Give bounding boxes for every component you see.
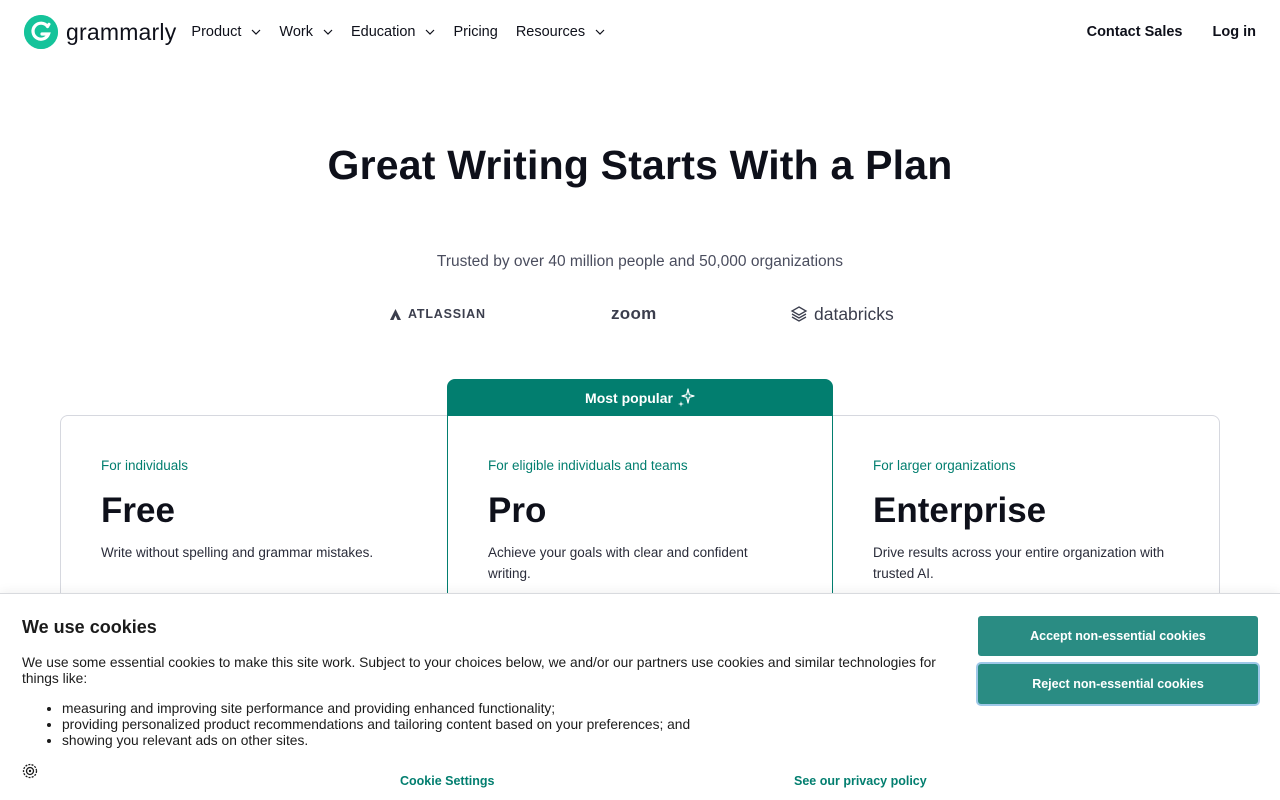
cookie-title: We use cookies — [22, 617, 157, 637]
cookie-purpose-list: measuring and improving site performance… — [62, 701, 690, 749]
page-title: Great Writing Starts With a Plan — [327, 142, 953, 188]
plan-card-free: For individuals Free Write without spell… — [101, 415, 441, 563]
cookie-preferences-icon[interactable] — [22, 763, 38, 779]
reject-cookies-button[interactable]: Reject non-essential cookies — [978, 664, 1258, 704]
logo-text: grammarly — [66, 18, 177, 45]
list-item: showing you relevant ads on other sites. — [62, 733, 690, 749]
plan-name: Pro — [488, 491, 547, 530]
nav-label: Pricing — [453, 24, 498, 40]
header-actions: Contact Sales Log in — [1087, 24, 1256, 40]
nav-item-work[interactable]: Work — [279, 24, 333, 40]
databricks-logo: databricks — [790, 300, 894, 328]
plan-card-pro: For eligible individuals and teams Pro A… — [488, 415, 828, 584]
plan-description: Drive results across your entire organiz… — [873, 545, 1165, 581]
plan-name: Free — [101, 491, 175, 530]
chevron-down-icon — [595, 29, 605, 35]
zoom-logo-text: zoom — [611, 304, 657, 323]
plan-description: Achieve your goals with clear and confid… — [488, 545, 748, 581]
site-header: grammarly Product Work Education Pricing… — [0, 0, 1280, 64]
nav-item-pricing[interactable]: Pricing — [453, 24, 497, 40]
nav-item-product[interactable]: Product — [191, 24, 261, 40]
grammarly-logo[interactable]: grammarly — [24, 15, 176, 49]
plan-card-enterprise: For larger organizations Enterprise Driv… — [873, 415, 1213, 584]
plan-audience: For larger organizations — [873, 458, 1016, 473]
main-nav: Product Work Education Pricing Resources — [191, 24, 623, 40]
list-item: measuring and improving site performance… — [62, 701, 690, 717]
log-in-link[interactable]: Log in — [1213, 24, 1257, 40]
plan-description: Write without spelling and grammar mista… — [101, 545, 374, 560]
sparkle-icon — [677, 387, 695, 407]
cookie-description: We use some essential cookies to make th… — [22, 655, 936, 686]
trusted-by-text: Trusted by over 40 million people and 50… — [436, 253, 844, 270]
most-popular-banner: Most popular — [447, 379, 833, 416]
nav-label: Work — [279, 24, 313, 40]
nav-label: Product — [191, 24, 242, 40]
plan-audience: For eligible individuals and teams — [488, 458, 688, 473]
zoom-logo: zoom — [611, 300, 657, 328]
databricks-logo-text: databricks — [814, 303, 894, 324]
cookie-banner: We use cookies We use some essential coo… — [0, 593, 1280, 800]
contact-sales-link[interactable]: Contact Sales — [1087, 24, 1183, 40]
plan-audience: For individuals — [101, 458, 189, 473]
atlassian-icon — [390, 308, 401, 320]
chevron-down-icon — [323, 29, 333, 35]
nav-item-education[interactable]: Education — [351, 24, 436, 40]
customer-logos: ATLASSIAN zoom databricks — [0, 300, 1280, 328]
plan-name: Enterprise — [873, 491, 1047, 530]
most-popular-label: Most popular — [585, 389, 673, 406]
nav-label: Resources — [515, 24, 586, 40]
atlassian-logo-text: ATLASSIAN — [408, 307, 486, 321]
privacy-policy-link[interactable]: See our privacy policy — [794, 774, 927, 788]
chevron-down-icon — [426, 29, 435, 35]
cookie-settings-link[interactable]: Cookie Settings — [400, 774, 494, 788]
list-item: providing personalized product recommend… — [62, 717, 690, 733]
atlassian-logo: ATLASSIAN — [389, 300, 486, 328]
nav-label: Education — [350, 24, 416, 40]
databricks-icon — [790, 306, 808, 322]
grammarly-logo-icon — [24, 15, 58, 49]
chevron-down-icon — [251, 29, 261, 35]
accept-cookies-button[interactable]: Accept non-essential cookies — [978, 616, 1258, 656]
nav-item-resources[interactable]: Resources — [516, 24, 605, 40]
